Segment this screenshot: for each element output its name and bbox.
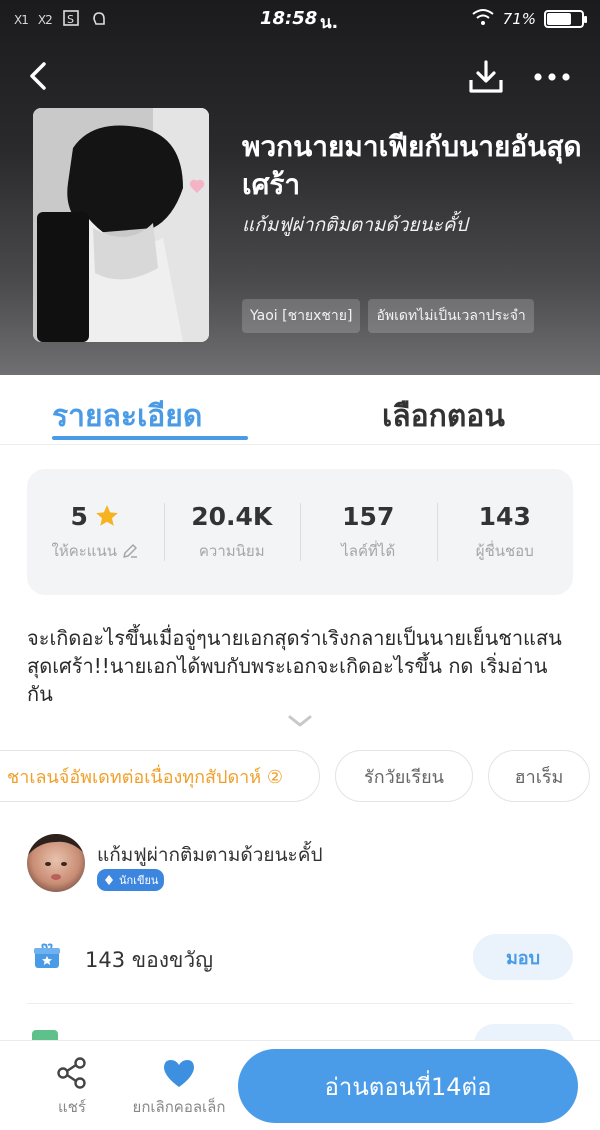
- sim1-signal-icon: X1: [14, 13, 29, 27]
- give-gift-button[interactable]: มอบ: [473, 934, 573, 980]
- synopsis-text: จะเกิดอะไรขึ้นเมื่อจู่ๆนายเอกสุดร่าเริงก…: [27, 626, 562, 706]
- download-button[interactable]: [466, 58, 506, 96]
- cover-image: [33, 108, 209, 342]
- gift-count: 143 ของขวัญ: [85, 948, 214, 972]
- likes-value: 157: [342, 501, 395, 531]
- share-label: แชร์: [58, 1098, 86, 1116]
- genre-tag[interactable]: Yaoi [ชายxชาย]: [242, 299, 361, 333]
- back-button[interactable]: [22, 58, 54, 94]
- story-header: X1 X2 S 18:58 น. 71% พวกนายมาเฟียกับนายอ…: [0, 0, 600, 375]
- challenge-chip[interactable]: ชาเลนจ์อัพเดทต่อเนื่องทุกสัปดาห์ ②: [0, 750, 320, 802]
- battery-icon: [544, 10, 587, 28]
- avatar[interactable]: [27, 834, 85, 892]
- likes-label: ไลค์ที่ได้: [341, 541, 396, 560]
- harem-chip[interactable]: ฮาเร็ม: [488, 750, 590, 802]
- writer-badge: นักเขียน: [97, 869, 165, 891]
- tag-list: Yaoi [ชายxชาย] อัพเดทไม่เป็นเวลาประจำ: [242, 299, 534, 333]
- favorite-button[interactable]: ยกเลิกคอลเล็ก: [124, 1057, 234, 1119]
- wifi-icon: [471, 8, 495, 30]
- fans-value: 143: [478, 501, 531, 531]
- topic-chips: ชาเลนจ์อัพเดทต่อเนื่องทุกสัปดาห์ ② รักวั…: [0, 750, 600, 802]
- rating-label: ให้คะแนน: [51, 541, 117, 560]
- stat-fans: 143 ผู้ชื่นชอบ: [436, 469, 574, 595]
- share-button[interactable]: แชร์: [44, 1057, 100, 1119]
- status-time: 18:58: [260, 8, 318, 29]
- continue-reading-button[interactable]: อ่านตอนที่14ต่อ: [238, 1049, 578, 1123]
- story-title: พวกนายมาเฟียกับนายอันสุดเศร้า: [242, 130, 582, 201]
- gift-row: 143 ของขวัญ มอบ: [27, 930, 573, 986]
- pencil-icon: [123, 543, 137, 558]
- stat-rating[interactable]: 5 ให้คะแนน: [27, 469, 164, 595]
- screenshot-icon: S: [62, 9, 80, 31]
- chevron-left-icon: [30, 62, 46, 90]
- tab-episodes[interactable]: เลือกตอน: [382, 393, 505, 440]
- bottom-action-bar: แชร์ ยกเลิกคอลเล็ก อ่านตอนที่14ต่อ: [0, 1040, 600, 1130]
- fans-label: ผู้ชื่นชอบ: [475, 541, 534, 560]
- popularity-label: ความนิยม: [198, 541, 265, 560]
- more-dots-icon: [534, 73, 570, 81]
- story-author[interactable]: แก้มฟูผ่ากติมตามด้วยนะคั้ป: [242, 210, 468, 240]
- carrier-mark: น.: [320, 13, 339, 33]
- favorite-label: ยกเลิกคอลเล็ก: [132, 1098, 226, 1116]
- tab-active-indicator: [52, 436, 248, 440]
- expand-synopsis-button[interactable]: [286, 712, 314, 730]
- section-divider: [27, 1003, 573, 1004]
- heart-icon: [164, 1060, 194, 1087]
- rating-value: 5: [70, 501, 88, 531]
- author-name[interactable]: แก้มฟูผ่ากติมตามด้วยนะคั้ป: [97, 840, 323, 870]
- star-icon: [96, 505, 118, 526]
- gesture-icon: [90, 9, 108, 31]
- share-icon: [57, 1057, 86, 1089]
- tab-bar: รายละเอียด เลือกตอน: [0, 375, 600, 445]
- school-love-chip[interactable]: รักวัยเรียน: [335, 750, 473, 802]
- sim2-signal-icon: X2: [37, 13, 53, 27]
- stat-likes: 157 ไลค์ที่ได้: [300, 469, 437, 595]
- writer-badge-label: นักเขียน: [119, 874, 159, 887]
- battery-percent: 71%: [502, 10, 536, 28]
- stats-card: 5 ให้คะแนน 20.4K ความนิยม 157 ไลค์ที่ได้…: [27, 469, 573, 595]
- pen-nib-icon: [105, 875, 113, 885]
- stat-popularity: 20.4K ความนิยม: [163, 469, 301, 595]
- author-row[interactable]: แก้มฟูผ่ากติมตามด้วยนะคั้ป นักเขียน: [27, 834, 573, 894]
- status-bar: X1 X2 S 18:58 น. 71%: [0, 0, 600, 40]
- tab-details[interactable]: รายละเอียด: [52, 393, 202, 440]
- more-options-button[interactable]: [532, 64, 572, 90]
- chevron-down-icon: [288, 715, 312, 727]
- gift-icon: [34, 943, 60, 968]
- download-icon: [469, 60, 503, 93]
- popularity-value: 20.4K: [191, 501, 273, 531]
- svg-text:S: S: [67, 13, 74, 26]
- update-tag[interactable]: อัพเดทไม่เป็นเวลาประจำ: [368, 299, 534, 333]
